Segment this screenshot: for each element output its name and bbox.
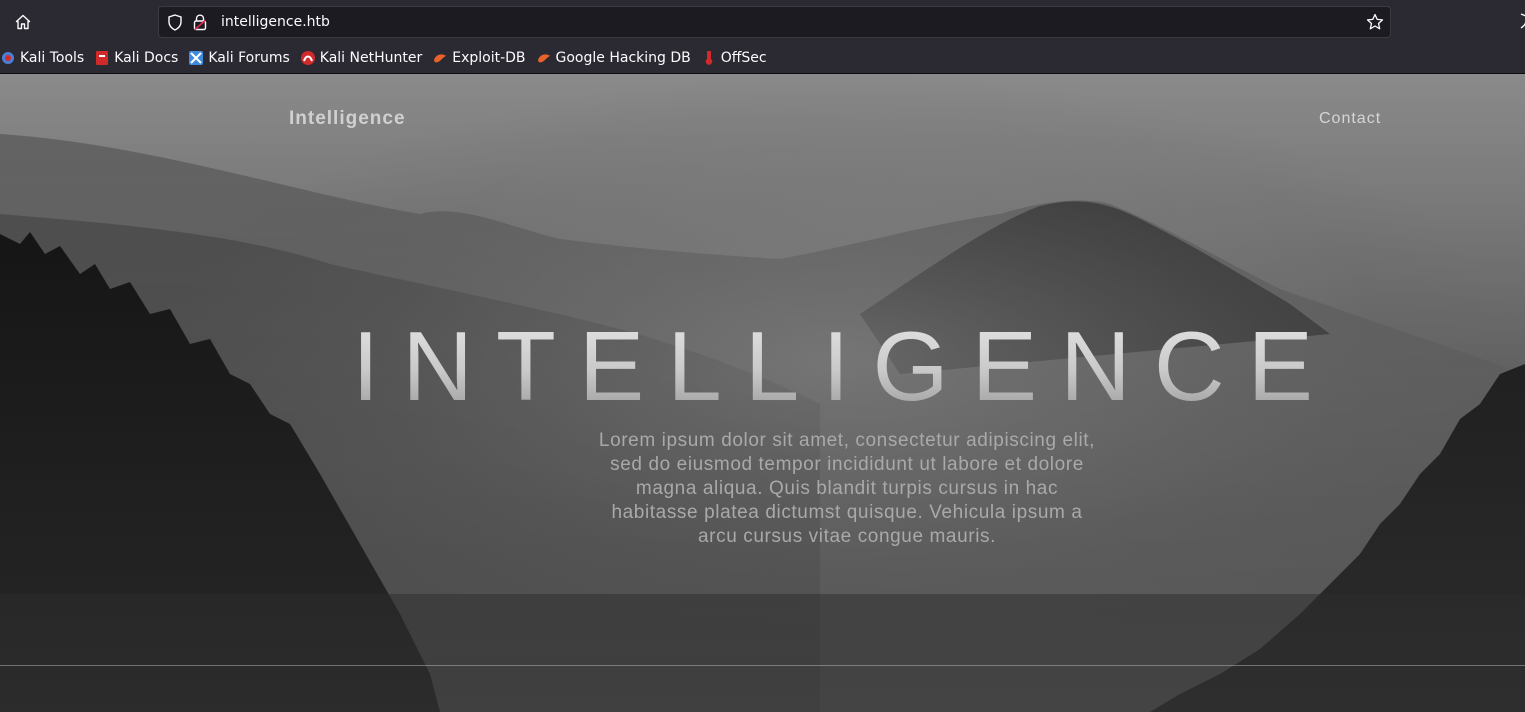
connection-lock-icon[interactable] (193, 14, 207, 31)
bookmark-kali-nethunter[interactable]: Kali NetHunter (300, 45, 428, 71)
bookmark-label: Kali Tools (20, 49, 85, 66)
hero-title: INTELLIGENCE (0, 316, 1525, 416)
browser-toolbar: intelligence.htb (0, 0, 1525, 42)
url-text[interactable]: intelligence.htb (221, 14, 330, 30)
bookmark-offsec[interactable]: OffSec (701, 45, 773, 71)
bookmark-google-hacking-db[interactable]: Google Hacking DB (536, 45, 697, 71)
tracking-protection-shield-icon[interactable] (167, 14, 183, 31)
bookmark-label: Exploit-DB (452, 49, 526, 66)
home-icon (15, 14, 31, 30)
bookmark-label: Kali NetHunter (319, 49, 423, 66)
hero-description: Lorem ipsum dolor sit amet, consectetur … (598, 430, 1096, 547)
section-divider (0, 665, 1525, 666)
bookmark-label: Kali Docs (114, 49, 179, 66)
home-button[interactable] (10, 9, 36, 35)
kali-nethunter-icon (300, 50, 316, 66)
bookmark-star-icon[interactable] (1366, 13, 1384, 31)
exploit-db-icon (432, 50, 448, 66)
kali-forums-icon (188, 50, 204, 66)
site-brand[interactable]: Intelligence (289, 108, 406, 130)
web-page: Intelligence Contact INTELLIGENCE Lorem … (0, 74, 1525, 712)
bookmark-kali-tools[interactable]: Kali Tools (0, 45, 90, 71)
extension-icon[interactable] (1515, 13, 1525, 29)
kali-docs-icon (94, 50, 110, 66)
nav-contact-link[interactable]: Contact (1319, 110, 1381, 128)
kali-tools-icon (0, 50, 16, 66)
bookmark-kali-forums[interactable]: Kali Forums (188, 45, 295, 71)
bookmarks-toolbar: Kali Tools Kali Docs Kali Forums Kali Ne… (0, 42, 1525, 74)
bookmark-label: Kali Forums (208, 49, 290, 66)
url-bar[interactable]: intelligence.htb (158, 6, 1391, 38)
bookmark-exploit-db[interactable]: Exploit-DB (432, 45, 531, 71)
bookmark-label: OffSec (720, 49, 767, 66)
bookmark-kali-docs[interactable]: Kali Docs (94, 45, 184, 71)
google-hacking-db-icon (536, 50, 552, 66)
bookmark-label: Google Hacking DB (555, 49, 691, 66)
offsec-icon (701, 50, 717, 66)
